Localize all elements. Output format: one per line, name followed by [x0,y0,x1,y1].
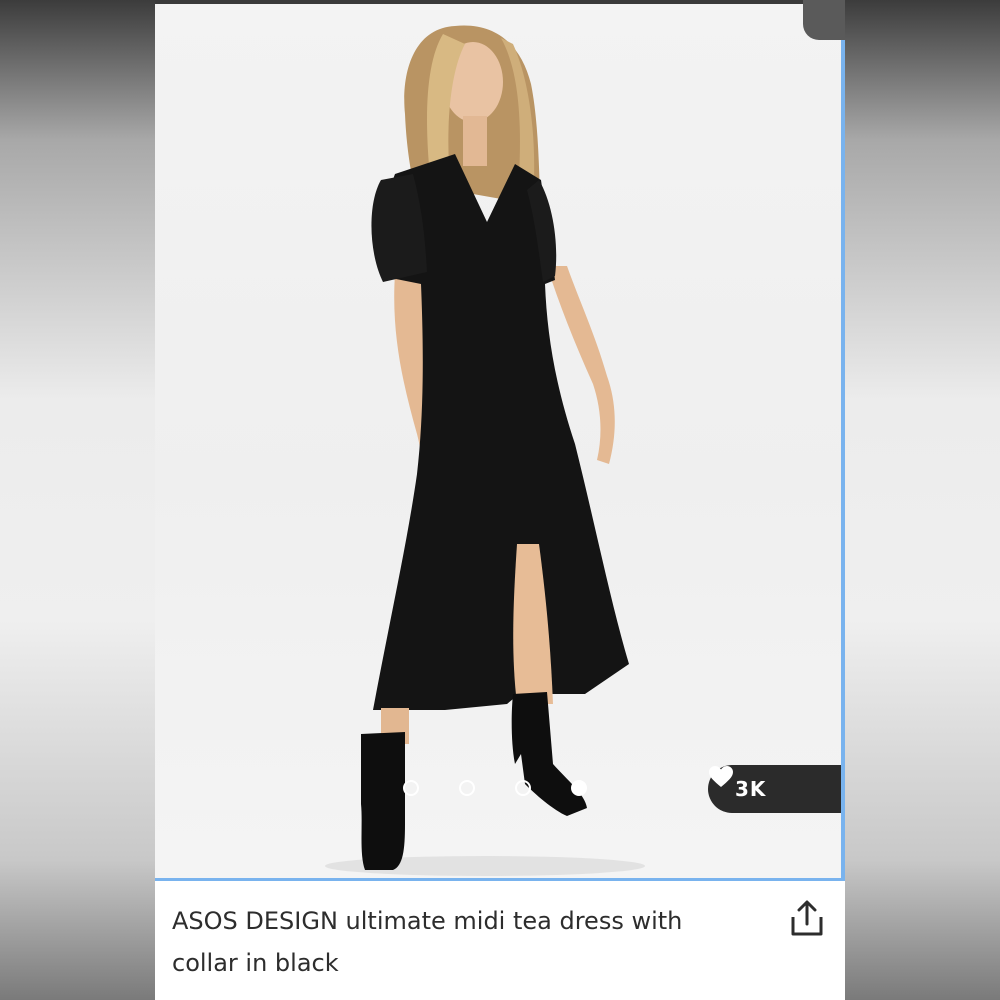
product-title-line2: collar in black [172,949,339,977]
product-title-line1: ASOS DESIGN ultimate midi tea dress with [172,907,683,935]
heart-icon [709,766,806,801]
listing-screen: 3K ASOS DESIGN ultimate midi tea dress w… [155,0,845,1000]
carousel-dot-active[interactable] [571,780,587,796]
corner-tab [803,0,845,40]
carousel-dot[interactable] [515,780,531,796]
like-button[interactable]: 3K [708,765,841,813]
carousel-dot[interactable] [459,780,475,796]
model-illustration [325,25,645,876]
product-photo[interactable]: 3K [155,4,845,881]
carousel-dot[interactable] [403,780,419,796]
product-title: ASOS DESIGN ultimate midi tea dress with… [172,900,762,984]
like-count: 3K [735,777,767,801]
background-left [0,0,155,1000]
share-icon[interactable] [790,900,824,938]
background-right [845,0,1000,1000]
